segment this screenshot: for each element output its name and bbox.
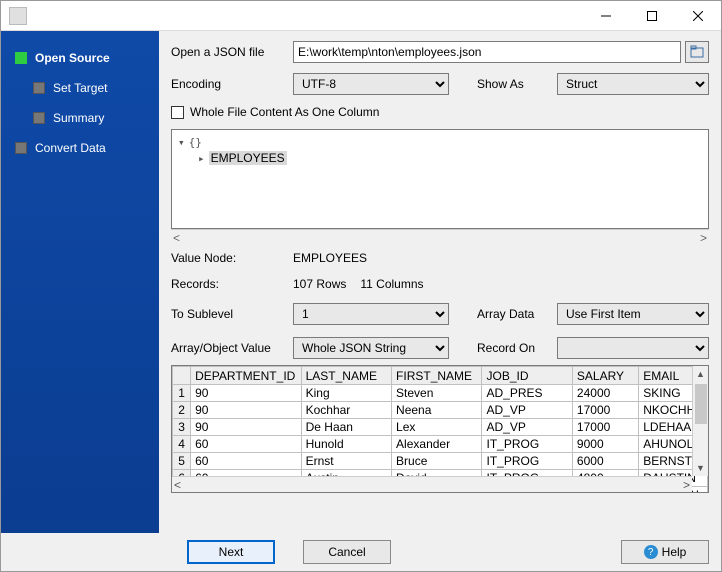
sidebar-item-summary[interactable]: Summary bbox=[19, 103, 159, 133]
column-header[interactable]: DEPARTMENT_ID bbox=[191, 367, 302, 385]
cell[interactable]: 9000 bbox=[572, 436, 638, 453]
cell[interactable]: Neena bbox=[392, 402, 482, 419]
titlebar bbox=[1, 1, 721, 31]
cell[interactable]: Hunold bbox=[301, 436, 391, 453]
cell[interactable]: 17000 bbox=[572, 419, 638, 436]
table-row[interactable]: 190KingStevenAD_PRES24000SKING bbox=[173, 385, 708, 402]
help-button[interactable]: ?Help bbox=[621, 540, 709, 564]
cell[interactable]: AD_VP bbox=[482, 402, 572, 419]
cell[interactable]: Bruce bbox=[392, 453, 482, 470]
cell[interactable]: 60 bbox=[191, 453, 302, 470]
records-label: Records: bbox=[171, 277, 293, 291]
wizard-sidebar: Open Source Set Target Summary Convert D… bbox=[1, 31, 159, 533]
browse-button[interactable] bbox=[685, 41, 709, 63]
table-row[interactable]: 560ErnstBruceIT_PROG6000BERNST bbox=[173, 453, 708, 470]
tree-hscrollbar[interactable]: <> bbox=[171, 229, 709, 245]
row-number: 2 bbox=[173, 402, 191, 419]
sidebar-item-label: Convert Data bbox=[35, 141, 106, 155]
footer-buttons: Next Cancel ?Help bbox=[1, 533, 721, 571]
encoding-select[interactable]: UTF-8 bbox=[293, 73, 449, 95]
step-icon bbox=[15, 52, 27, 64]
whole-file-label: Whole File Content As One Column bbox=[190, 105, 379, 119]
column-header[interactable]: FIRST_NAME bbox=[392, 367, 482, 385]
json-tree[interactable]: ▾ {} ▸ EMPLOYEES bbox=[171, 129, 709, 229]
next-button[interactable]: Next bbox=[187, 540, 275, 564]
array-object-value-label: Array/Object Value bbox=[171, 341, 293, 355]
cell[interactable]: Alexander bbox=[392, 436, 482, 453]
cancel-button[interactable]: Cancel bbox=[303, 540, 391, 564]
sidebar-item-label: Open Source bbox=[35, 51, 110, 65]
cell[interactable]: 24000 bbox=[572, 385, 638, 402]
open-file-label: Open a JSON file bbox=[171, 45, 293, 59]
step-icon bbox=[33, 82, 45, 94]
table-row[interactable]: 290KochharNeenaAD_VP17000NKOCHH bbox=[173, 402, 708, 419]
maximize-button[interactable] bbox=[629, 1, 675, 31]
value-node-label: Value Node: bbox=[171, 251, 293, 265]
row-number: 3 bbox=[173, 419, 191, 436]
table-row[interactable]: 460HunoldAlexanderIT_PROG9000AHUNOL bbox=[173, 436, 708, 453]
cell[interactable]: 17000 bbox=[572, 402, 638, 419]
sidebar-item-set-target[interactable]: Set Target bbox=[19, 73, 159, 103]
record-on-select[interactable] bbox=[557, 337, 709, 359]
table-row[interactable]: 390De HaanLexAD_VP17000LDEHAAN bbox=[173, 419, 708, 436]
to-sublevel-select[interactable]: 1 bbox=[293, 303, 449, 325]
tree-node-employees[interactable]: EMPLOYEES bbox=[209, 151, 287, 165]
minimize-button[interactable] bbox=[583, 1, 629, 31]
cell[interactable]: 60 bbox=[191, 436, 302, 453]
folder-icon bbox=[690, 45, 704, 59]
step-icon bbox=[33, 112, 45, 124]
show-as-label: Show As bbox=[477, 77, 557, 91]
cell[interactable]: IT_PROG bbox=[482, 453, 572, 470]
content-panel: Open a JSON file Encoding UTF-8 Show As … bbox=[159, 31, 721, 533]
app-icon bbox=[9, 7, 27, 25]
cell[interactable]: AD_VP bbox=[482, 419, 572, 436]
object-icon: {} bbox=[189, 136, 202, 149]
expand-icon[interactable]: ▾ bbox=[178, 136, 185, 149]
array-data-label: Array Data bbox=[477, 307, 557, 321]
column-header[interactable]: SALARY bbox=[572, 367, 638, 385]
help-icon: ? bbox=[644, 545, 658, 559]
preview-grid[interactable]: DEPARTMENT_IDLAST_NAMEFIRST_NAMEJOB_IDSA… bbox=[171, 365, 709, 493]
whole-file-checkbox[interactable] bbox=[171, 106, 184, 119]
row-number: 5 bbox=[173, 453, 191, 470]
cell[interactable]: 6000 bbox=[572, 453, 638, 470]
sidebar-item-open-source[interactable]: Open Source bbox=[1, 43, 159, 73]
records-rows: 107 Rows bbox=[293, 277, 346, 291]
cell[interactable]: Kochhar bbox=[301, 402, 391, 419]
row-number: 4 bbox=[173, 436, 191, 453]
value-node-value: EMPLOYEES bbox=[293, 251, 367, 265]
record-on-label: Record On bbox=[477, 341, 557, 355]
column-header[interactable]: LAST_NAME bbox=[301, 367, 391, 385]
sidebar-item-label: Set Target bbox=[53, 81, 107, 95]
step-icon bbox=[15, 142, 27, 154]
array-object-value-select[interactable]: Whole JSON String bbox=[293, 337, 449, 359]
records-cols: 11 Columns bbox=[360, 277, 423, 291]
cell[interactable]: Ernst bbox=[301, 453, 391, 470]
cell[interactable]: Lex bbox=[392, 419, 482, 436]
sidebar-item-convert-data[interactable]: Convert Data bbox=[1, 133, 159, 163]
array-data-select[interactable]: Use First Item bbox=[557, 303, 709, 325]
encoding-label: Encoding bbox=[171, 77, 293, 91]
cell[interactable]: 90 bbox=[191, 419, 302, 436]
row-number: 1 bbox=[173, 385, 191, 402]
cell[interactable]: De Haan bbox=[301, 419, 391, 436]
cell[interactable]: 90 bbox=[191, 402, 302, 419]
to-sublevel-label: To Sublevel bbox=[171, 307, 293, 321]
grid-hscrollbar[interactable]: <> bbox=[172, 476, 692, 492]
grid-vscrollbar[interactable]: ▲▼ bbox=[692, 366, 708, 476]
file-path-input[interactable] bbox=[293, 41, 681, 63]
cell[interactable]: AD_PRES bbox=[482, 385, 572, 402]
cell[interactable]: King bbox=[301, 385, 391, 402]
cell[interactable]: 90 bbox=[191, 385, 302, 402]
expand-icon[interactable]: ▸ bbox=[198, 152, 205, 165]
cell[interactable]: IT_PROG bbox=[482, 436, 572, 453]
close-button[interactable] bbox=[675, 1, 721, 31]
column-header[interactable]: JOB_ID bbox=[482, 367, 572, 385]
sidebar-item-label: Summary bbox=[53, 111, 104, 125]
show-as-select[interactable]: Struct bbox=[557, 73, 709, 95]
cell[interactable]: Steven bbox=[392, 385, 482, 402]
